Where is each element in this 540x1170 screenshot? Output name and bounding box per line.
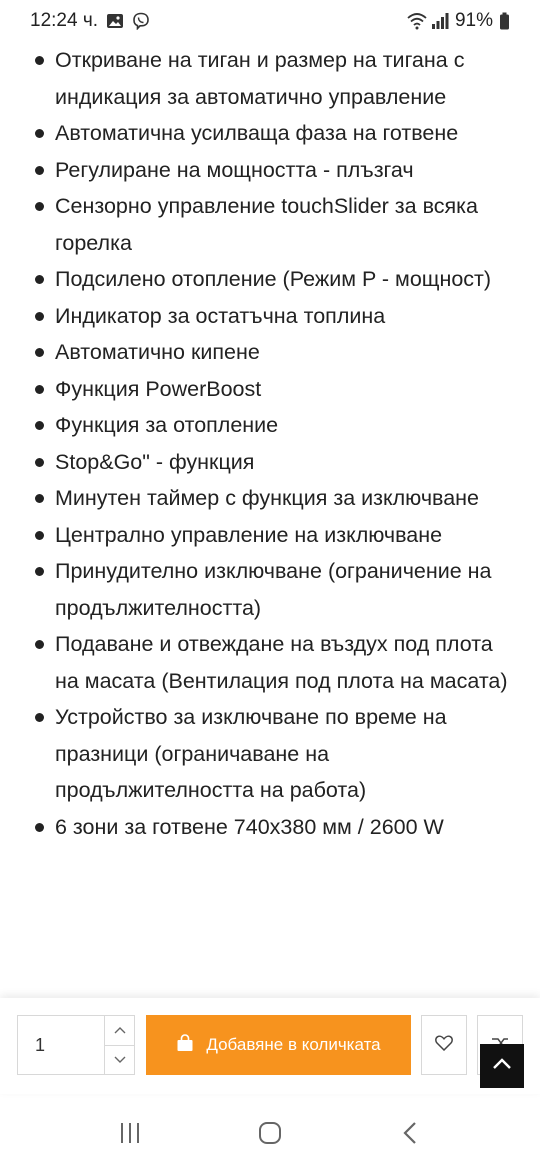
status-time: 12:24 ч.	[30, 10, 99, 31]
viber-icon	[132, 12, 150, 31]
list-item: 6 зони за готвене 740x380 мм / 2600 W	[35, 809, 510, 846]
list-item: Подаване и отвеждане на въздух под плота…	[35, 626, 510, 699]
scroll-to-top-button[interactable]	[480, 1044, 524, 1088]
battery-icon	[499, 12, 510, 30]
list-item: Устройство за изключване по време на пра…	[35, 699, 510, 809]
list-item: Stop&Go" - функция	[35, 444, 510, 481]
chevron-down-icon	[114, 1051, 126, 1069]
add-to-cart-button[interactable]: Добавяне в количката	[146, 1015, 411, 1075]
shopping-bag-icon	[176, 1033, 194, 1057]
list-item: Минутен таймер с функция за изключване	[35, 480, 510, 517]
quantity-arrows	[104, 1016, 134, 1074]
wishlist-button[interactable]	[421, 1015, 467, 1075]
add-to-cart-label: Добавяне в количката	[206, 1035, 381, 1054]
navigation-bar	[0, 1100, 540, 1170]
list-item: Сензорно управление touchSlider за всяка…	[35, 188, 510, 261]
home-icon	[258, 1121, 282, 1150]
recent-apps-icon	[118, 1122, 142, 1149]
quantity-decrease-button[interactable]	[105, 1044, 134, 1075]
quantity-input[interactable]: 1	[18, 1016, 104, 1074]
quantity-stepper[interactable]: 1	[17, 1015, 135, 1075]
battery-percent: 91%	[454, 10, 493, 31]
gallery-icon	[106, 12, 124, 30]
list-item: Регулиране на мощността - плъзгач	[35, 152, 510, 189]
list-item: Автоматично кипене	[35, 334, 510, 371]
wifi-icon	[407, 12, 427, 30]
feature-list: Откриване на тиган и размер на тигана с …	[0, 42, 540, 845]
list-item: Принудително изключване (ограничение на …	[35, 553, 510, 626]
list-item: Автоматична усилваща фаза на готвене	[35, 115, 510, 152]
status-bar: 12:24 ч. 91%	[0, 0, 540, 42]
chevron-up-icon	[492, 1057, 512, 1075]
quantity-increase-button[interactable]	[105, 1016, 134, 1045]
feature-list-section: Откриване на тиган и размер на тигана с …	[0, 42, 540, 845]
signal-icon	[431, 12, 449, 30]
list-item: Откриване на тиган и размер на тигана с …	[35, 42, 510, 115]
purchase-bar: 1 Добавяне в количката	[0, 998, 540, 1094]
recent-apps-button[interactable]	[100, 1110, 160, 1160]
list-item: Индикатор за остатъчна топлина	[35, 298, 510, 335]
chevron-up-icon	[114, 1021, 126, 1039]
list-item: Централно управление на изключване	[35, 517, 510, 554]
home-button[interactable]	[240, 1110, 300, 1160]
heart-icon	[435, 1034, 453, 1056]
back-button[interactable]	[380, 1110, 440, 1160]
list-item: Функция за отопление	[35, 407, 510, 444]
back-icon	[402, 1121, 418, 1150]
list-item: Подсилено отопление (Режим P - мощност)	[35, 261, 510, 298]
list-item: Функция PowerBoost	[35, 371, 510, 408]
